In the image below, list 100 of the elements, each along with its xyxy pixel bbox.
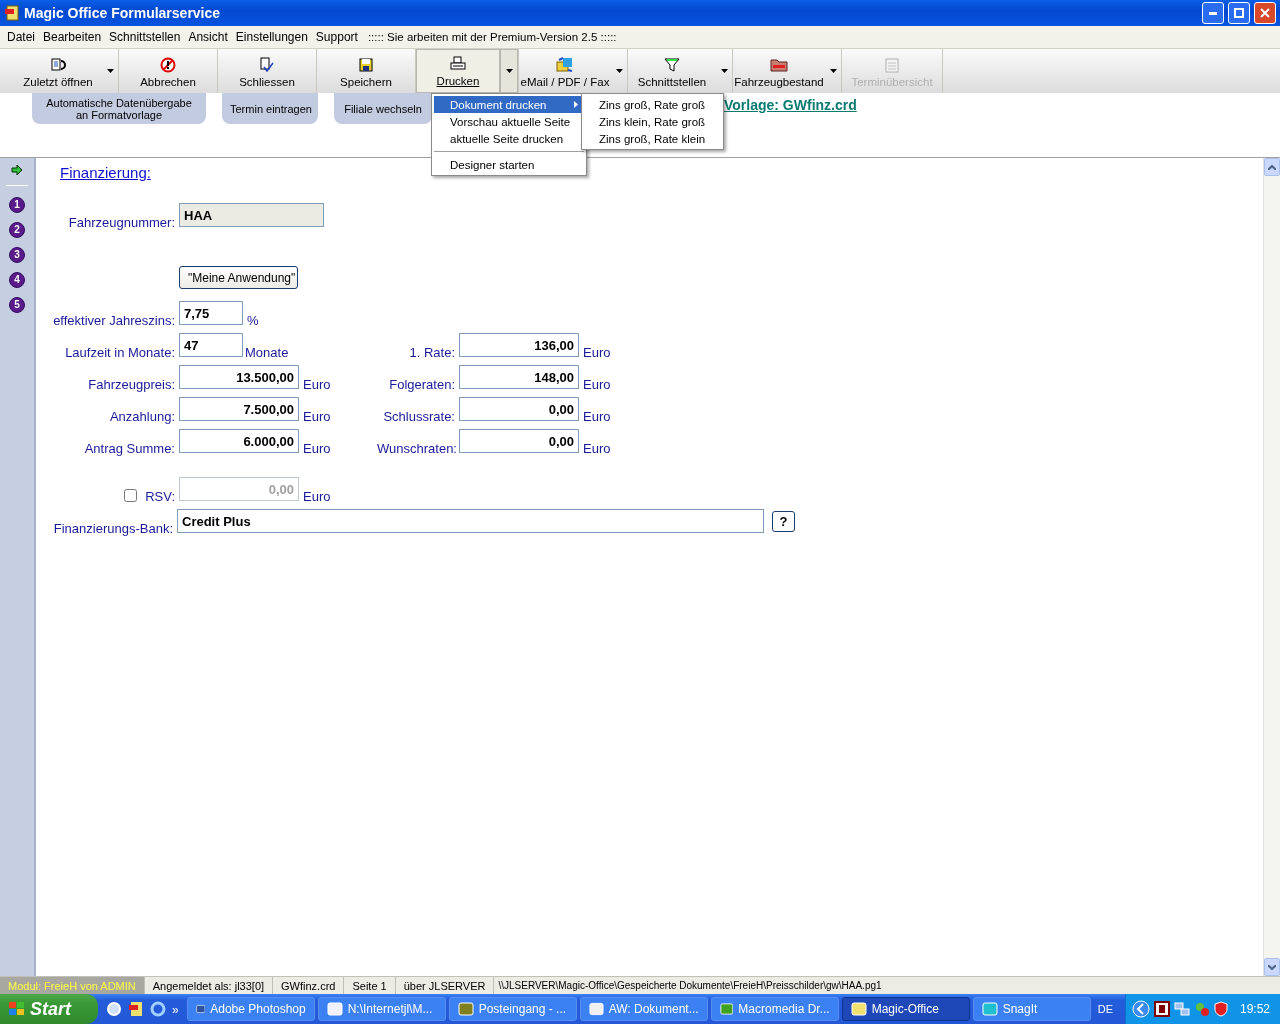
caret-icon bbox=[720, 69, 728, 73]
menu-item[interactable]: Ansicht bbox=[184, 30, 232, 44]
step-button[interactable]: 5 bbox=[9, 297, 25, 313]
menu-item[interactable]: aktuelle Seite drucken bbox=[434, 130, 584, 147]
help-button[interactable]: ? bbox=[772, 511, 795, 532]
document-icon bbox=[50, 57, 66, 73]
toolbar-button[interactable]: Schliessen bbox=[218, 49, 316, 93]
unit-label: % bbox=[247, 313, 259, 329]
amount-field[interactable]: 7.500,00 bbox=[179, 397, 299, 421]
document-check-icon bbox=[259, 57, 275, 73]
toolbar-button[interactable]: eMail / PDF / Fax bbox=[519, 49, 611, 93]
language-indicator[interactable]: DE bbox=[1097, 1003, 1113, 1015]
toolbar-button[interactable]: Fahrzeugbestand bbox=[733, 49, 825, 93]
taskbar-button[interactable]: Posteingang - ... bbox=[448, 997, 577, 1021]
amount-field[interactable]: 13.500,00 bbox=[179, 365, 299, 389]
step-button[interactable]: 4 bbox=[9, 272, 25, 288]
caret-icon bbox=[505, 69, 513, 73]
menu-item[interactable]: Zins groß, Rate klein bbox=[584, 130, 721, 147]
amount-field[interactable]: 136,00 bbox=[459, 333, 579, 357]
amount-field[interactable]: 0,00 bbox=[459, 429, 579, 453]
field-label: effektiver Jahreszins: bbox=[52, 313, 175, 329]
close-icon bbox=[1260, 8, 1270, 18]
window-icon bbox=[719, 1002, 734, 1016]
window-icon bbox=[326, 1002, 343, 1016]
minimize-icon bbox=[1209, 11, 1217, 15]
unit-label: Euro bbox=[303, 489, 332, 505]
caret-icon bbox=[829, 69, 837, 73]
step-button[interactable]: 2 bbox=[9, 222, 25, 238]
bank-field[interactable]: Credit Plus bbox=[177, 509, 764, 533]
toolbar-button[interactable]: Zuletzt öffnen bbox=[14, 49, 102, 93]
amount-field[interactable]: 148,00 bbox=[459, 365, 579, 389]
taskbar-button[interactable]: N:\Internetjl\M... bbox=[317, 997, 446, 1021]
menu-item[interactable]: Einstellungen bbox=[231, 30, 312, 44]
menu-item[interactable]: Zins groß, Rate groß bbox=[584, 96, 721, 113]
window-title: Magic Office Formularservice bbox=[24, 5, 222, 21]
menu-item[interactable]: Support bbox=[311, 30, 362, 44]
menu-item[interactable]: Designer starten bbox=[434, 156, 584, 173]
toolbar-button[interactable]: Speichern bbox=[317, 49, 415, 93]
section-title[interactable]: Finanzierung: bbox=[60, 164, 151, 181]
taskbar-button[interactable]: Adobe Photoshop bbox=[186, 997, 315, 1021]
field-label: Finanzierungs-Bank: bbox=[52, 521, 173, 537]
unit-label: Monate bbox=[245, 345, 289, 361]
amount-field[interactable]: 6.000,00 bbox=[179, 429, 299, 453]
version-notice: ::::: Sie arbeiten mit der Premium-Version 2.5 ::::: bbox=[367, 31, 617, 43]
vehicle-number-field[interactable]: HAA bbox=[179, 203, 324, 227]
menu-item[interactable]: Bearbeiten bbox=[39, 30, 106, 44]
action-tab[interactable]: Automatische Datenübergabe an Formatvorlage bbox=[32, 93, 206, 124]
menu-item[interactable]: Datei bbox=[3, 30, 39, 44]
shield-icon bbox=[1213, 1001, 1228, 1017]
window-icon bbox=[195, 1002, 206, 1016]
interest-field[interactable]: 7,75 bbox=[179, 301, 243, 325]
menu-item[interactable]: Schnittstellen bbox=[105, 30, 185, 44]
scroll-up-button[interactable] bbox=[1264, 158, 1280, 176]
action-tab[interactable]: Termin eintragen bbox=[222, 93, 318, 124]
menu-item[interactable]: Zins klein, Rate groß bbox=[584, 113, 721, 130]
window-icon bbox=[588, 1002, 604, 1016]
toolbar-button[interactable]: Abbrechen bbox=[119, 49, 217, 93]
chevron-left-icon bbox=[1131, 1000, 1150, 1018]
field-label: Fahrzeugnummer: bbox=[67, 215, 175, 231]
template-link[interactable]: Vorlage: GWfinz.crd bbox=[724, 97, 857, 113]
menu-item[interactable]: Dokument drucken bbox=[434, 96, 584, 113]
window-icon bbox=[981, 1002, 998, 1016]
unit-label: Euro bbox=[303, 377, 332, 393]
taskbar-button[interactable]: AW: Dokument... bbox=[579, 997, 708, 1021]
close-button[interactable] bbox=[1254, 2, 1276, 24]
unit-label: Euro bbox=[583, 441, 612, 457]
clock: 19:52 bbox=[1239, 1002, 1270, 1016]
app-icon bbox=[4, 5, 20, 21]
menu-item[interactable]: Vorschau aktuelle Seite bbox=[434, 113, 584, 130]
field-label: RSV: bbox=[145, 489, 175, 505]
maximize-button[interactable] bbox=[1228, 2, 1250, 24]
start-button[interactable]: Start bbox=[0, 994, 98, 1024]
taskbar-button[interactable]: Magic-Office bbox=[841, 997, 970, 1021]
term-field[interactable]: 47 bbox=[179, 333, 243, 357]
folder-icon bbox=[770, 57, 788, 73]
save-icon bbox=[358, 57, 374, 73]
amount-field[interactable]: 0,00 bbox=[459, 397, 579, 421]
taskbar-button[interactable]: Macromedia Dr... bbox=[710, 997, 839, 1021]
maximize-icon bbox=[1234, 8, 1244, 18]
more-button[interactable]: » bbox=[172, 1003, 179, 1017]
app-icon bbox=[128, 1001, 144, 1017]
unit-label: Euro bbox=[303, 441, 332, 457]
caret-icon bbox=[106, 69, 114, 73]
status-text: \\JLSERVER\Magic-Office\Gespeicherte Dokumente\FreieH\Preisschilder\gw\HAA.pg1 bbox=[497, 979, 883, 993]
step-button[interactable]: 3 bbox=[9, 247, 25, 263]
minimize-button[interactable] bbox=[1202, 2, 1224, 24]
browser-icon bbox=[150, 1001, 166, 1017]
taskbar-button[interactable]: SnagIt bbox=[972, 997, 1091, 1021]
toolbar-button[interactable]: Schnittstellen bbox=[628, 49, 716, 93]
unit-label: Euro bbox=[583, 377, 612, 393]
chevron-up-icon bbox=[1268, 164, 1276, 170]
unit-label: Euro bbox=[583, 345, 612, 361]
action-tab[interactable]: Filiale wechseln bbox=[334, 93, 432, 124]
calendar-icon bbox=[884, 57, 900, 73]
toolbar-button[interactable]: Drucken bbox=[416, 49, 500, 93]
step-button[interactable]: 1 bbox=[9, 197, 25, 213]
mail-icon bbox=[556, 57, 574, 73]
tray-icon bbox=[1153, 1001, 1170, 1017]
app-button[interactable]: "Meine Anwendung" bbox=[179, 266, 298, 289]
scroll-down-button[interactable] bbox=[1264, 958, 1280, 976]
